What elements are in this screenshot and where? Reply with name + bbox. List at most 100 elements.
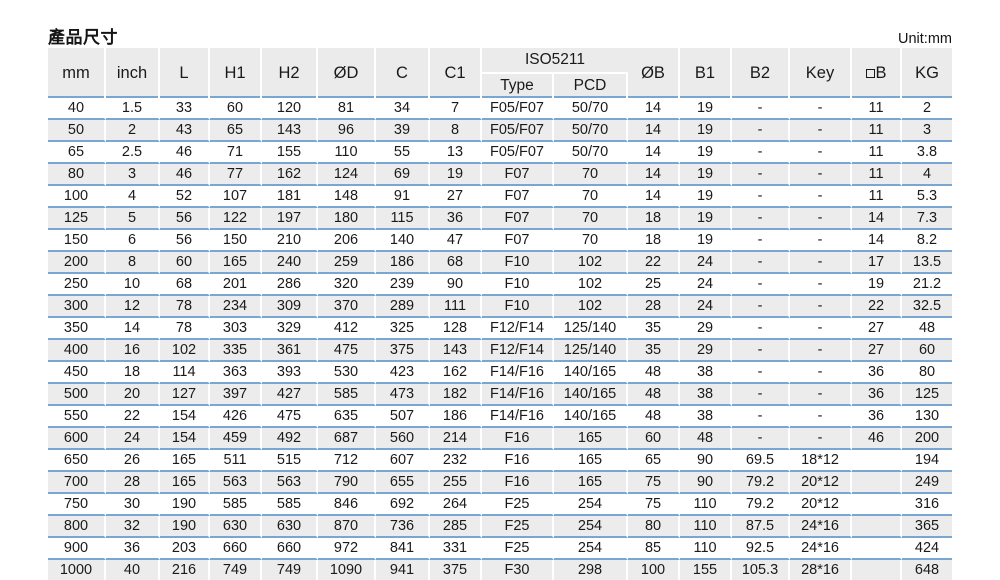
cell-mm: 750 — [48, 494, 106, 516]
cell-pcd: 140/165 — [554, 406, 629, 428]
cell-type: F10 — [482, 252, 554, 274]
cell-inch: 18 — [106, 362, 160, 384]
cell-OB: 14 — [628, 142, 681, 164]
cell-pcd: 50/70 — [554, 98, 629, 120]
cell-B1: 38 — [680, 384, 733, 406]
cell-B1: 19 — [680, 164, 733, 186]
cell-H2: 197 — [262, 208, 318, 230]
table-row: 125 5 56 122 197 180 115 36 F07 70 18 19- -14 7.3 — [48, 208, 953, 230]
cell-sqB: 14 — [852, 208, 903, 230]
cell-B1: 19 — [680, 142, 733, 164]
cell-OD: 687 — [318, 428, 376, 450]
cell-sqB: 19 — [852, 274, 903, 296]
cell-L: 56 — [160, 230, 210, 252]
cell-inch: 2 — [106, 120, 160, 142]
cell-L: 78 — [160, 296, 210, 318]
sheet-header: 產品尺寸 Unit:mm — [48, 20, 952, 46]
cell-KG: 130 — [902, 406, 953, 428]
cell-Key: - — [790, 362, 853, 384]
cell-H2: 585 — [262, 494, 318, 516]
cell-inch: 40 — [106, 560, 160, 580]
cell-H2: 515 — [262, 450, 318, 472]
square-icon — [865, 68, 875, 78]
cell-type: F25 — [482, 516, 554, 538]
cell-Key: - — [790, 142, 853, 164]
table-row: 650 26 165 511 515 712 607 232 F16 165 65 90 69.5 18*… — [48, 450, 953, 472]
cell-pcd: 140/165 — [554, 384, 629, 406]
cell-OB: 25 — [628, 274, 681, 296]
cell-L: 56 — [160, 208, 210, 230]
cell-OD: 846 — [318, 494, 376, 516]
cell-OD: 206 — [318, 230, 376, 252]
cell-L: 127 — [160, 384, 210, 406]
cell-H2: 240 — [262, 252, 318, 274]
cell-B1: 48 — [680, 428, 733, 450]
cell-OB: 48 — [628, 384, 681, 406]
table-row: 40 1.5 33 60 120 81 34 7 F05/F07 50/70 14 19- -11 2 — [48, 98, 953, 120]
cell-L: 60 — [160, 252, 210, 274]
cell-L: 46 — [160, 164, 210, 186]
col-header-ob: ØB — [628, 48, 681, 98]
cell-mm: 250 — [48, 274, 106, 296]
cell-C1: 162 — [430, 362, 482, 384]
cell-mm: 80 — [48, 164, 106, 186]
cell-L: 46 — [160, 142, 210, 164]
page-title: 產品尺寸 — [48, 28, 118, 47]
cell-KG: 249 — [902, 472, 953, 494]
col-header-b1: B1 — [680, 48, 733, 98]
product-dimensions-table: mm inch L H1 H2 ØD C C1 ISO5211 ØB B1 B2… — [48, 48, 953, 580]
cell-pcd: 254 — [554, 538, 629, 560]
cell-KG: 3.8 — [902, 142, 953, 164]
cell-inch: 14 — [106, 318, 160, 340]
cell-pcd: 165 — [554, 450, 629, 472]
cell-C: 941 — [376, 560, 430, 580]
cell-mm: 400 — [48, 340, 106, 362]
cell-B2: - — [732, 252, 791, 274]
cell-sqB: 36 — [852, 406, 903, 428]
cell-H1: 165 — [210, 252, 262, 274]
cell-C: 423 — [376, 362, 430, 384]
col-header-l: L — [160, 48, 210, 98]
cell-KG: 13.5 — [902, 252, 953, 274]
cell-C: 375 — [376, 340, 430, 362]
cell-OD: 870 — [318, 516, 376, 538]
cell-OB: 14 — [628, 120, 681, 142]
cell-L: 154 — [160, 428, 210, 450]
cell-mm: 150 — [48, 230, 106, 252]
cell-B2: - — [732, 186, 791, 208]
cell-B1: 90 — [680, 472, 733, 494]
cell-inch: 24 — [106, 428, 160, 450]
cell-C: 186 — [376, 252, 430, 274]
cell-Key: - — [790, 296, 853, 318]
cell-sqB — [852, 494, 903, 516]
col-header-kg: KG — [902, 48, 953, 98]
cell-sqB: 11 — [852, 120, 903, 142]
cell-OB: 35 — [628, 318, 681, 340]
unit-label: Unit:mm — [898, 30, 952, 47]
cell-type: F16 — [482, 450, 554, 472]
cell-OD: 412 — [318, 318, 376, 340]
cell-OD: 148 — [318, 186, 376, 208]
cell-pcd: 254 — [554, 494, 629, 516]
cell-H1: 77 — [210, 164, 262, 186]
cell-inch: 30 — [106, 494, 160, 516]
cell-mm: 550 — [48, 406, 106, 428]
cell-type: F25 — [482, 538, 554, 560]
cell-B1: 110 — [680, 494, 733, 516]
spec-sheet-page: 產品尺寸 Unit:mm mm inch L H1 H2 ØD C C1 ISO… — [0, 0, 1000, 580]
cell-mm: 100 — [48, 186, 106, 208]
cell-L: 78 — [160, 318, 210, 340]
cell-B2: - — [732, 406, 791, 428]
cell-H1: 303 — [210, 318, 262, 340]
cell-inch: 3 — [106, 164, 160, 186]
cell-C1: 90 — [430, 274, 482, 296]
cell-mm: 125 — [48, 208, 106, 230]
cell-sqB — [852, 472, 903, 494]
cell-OB: 14 — [628, 98, 681, 120]
cell-B2: - — [732, 428, 791, 450]
cell-C1: 7 — [430, 98, 482, 120]
cell-Key: - — [790, 428, 853, 450]
cell-sqB: 27 — [852, 318, 903, 340]
cell-pcd: 125/140 — [554, 340, 629, 362]
cell-OB: 35 — [628, 340, 681, 362]
